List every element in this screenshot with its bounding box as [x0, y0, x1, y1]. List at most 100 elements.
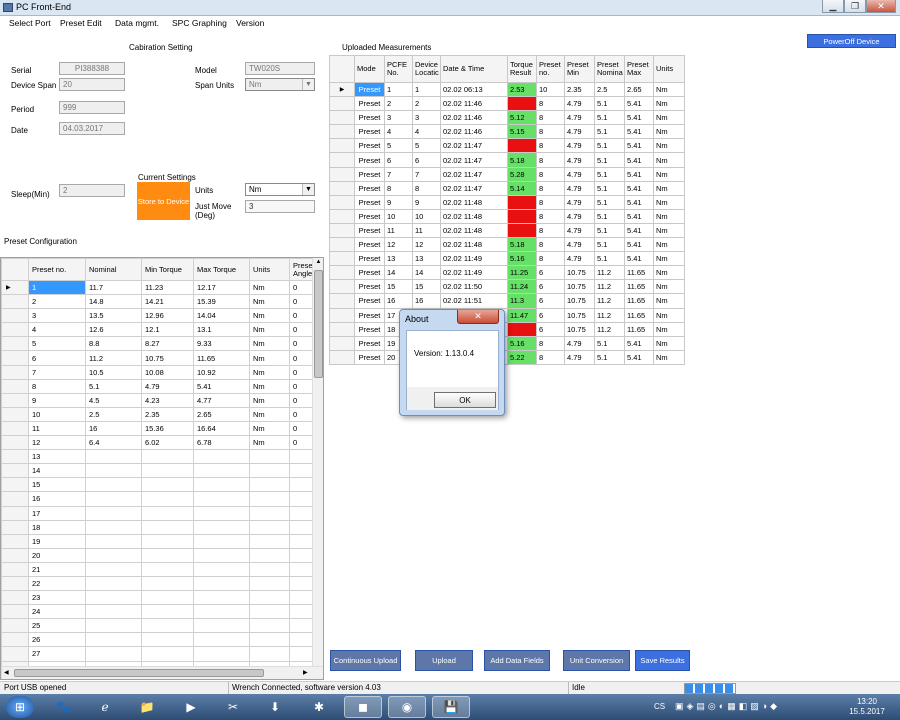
row-selector[interactable]: ▶: [1, 279, 29, 296]
preset-cell[interactable]: [141, 632, 194, 648]
preset-row[interactable]: 16: [1, 491, 314, 507]
preset-row[interactable]: 25: [1, 618, 314, 634]
preset-cell[interactable]: [289, 505, 314, 521]
measurement-cell[interactable]: 02.02 06:13: [440, 81, 508, 98]
taskbar-app-icon[interactable]: ⬇: [256, 696, 294, 718]
preset-vertical-scrollbar[interactable]: ▲: [312, 258, 323, 666]
measurement-row[interactable]: Preset 10 10 02.02 11:48 6.05 8 4.79 5.1 5.41 Nm: [329, 208, 685, 224]
measurement-row[interactable]: Preset 15 15 02.02 11:50 11.24 6 10.75 11.2 11.6…: [329, 279, 685, 295]
measurement-cell[interactable]: 02.02 11:47: [440, 152, 508, 168]
preset-row[interactable]: 22: [1, 575, 314, 592]
measurement-cell[interactable]: 11: [412, 222, 441, 239]
measurement-cell[interactable]: 02.02 11:47: [440, 138, 508, 154]
preset-cell[interactable]: [193, 449, 250, 465]
measurement-cell[interactable]: 12: [384, 237, 413, 253]
preset-cell[interactable]: 12.17: [193, 279, 250, 296]
preset-row[interactable]: 20: [1, 547, 314, 563]
measurement-cell[interactable]: 8: [536, 251, 565, 267]
measurement-cell[interactable]: 02.02 11:46: [440, 96, 508, 112]
measurement-cell[interactable]: 11.65: [624, 307, 654, 323]
row-selector[interactable]: [1, 435, 29, 451]
measurement-cell[interactable]: Nm: [653, 222, 685, 239]
taskbar-gimp-icon[interactable]: 🐾: [44, 696, 82, 718]
measurement-cell[interactable]: 4.79: [564, 124, 595, 140]
measurement-cell[interactable]: Preset: [354, 222, 385, 239]
store-to-device-button[interactable]: Store to Device: [137, 182, 190, 220]
measurement-cell[interactable]: 02.02 11:48: [440, 237, 508, 253]
measurement-cell[interactable]: 4.79: [564, 180, 595, 196]
measurement-cell[interactable]: 9: [384, 194, 413, 210]
row-selector[interactable]: [1, 646, 29, 662]
measurement-cell[interactable]: 10.75: [564, 293, 595, 309]
measurement-cell[interactable]: 1: [384, 81, 413, 98]
preset-cell[interactable]: 11.23: [141, 279, 194, 296]
preset-cell[interactable]: [193, 547, 250, 563]
measurement-cell[interactable]: 13: [384, 251, 413, 267]
preset-cell[interactable]: 0: [289, 336, 314, 352]
measurement-column-header[interactable]: Preset Min: [564, 55, 595, 83]
preset-row[interactable]: 26: [1, 632, 314, 648]
measurement-cell[interactable]: 5.41: [624, 194, 654, 210]
measurement-cell[interactable]: 8: [536, 335, 565, 351]
row-selector[interactable]: [329, 335, 355, 351]
measurement-cell[interactable]: 4.79: [564, 138, 595, 154]
measurement-cell[interactable]: Nm: [653, 237, 685, 253]
measurement-column-header[interactable]: Mode: [354, 55, 385, 83]
preset-cell[interactable]: 4.77: [193, 392, 250, 408]
taskbar-explorer-icon[interactable]: 📁: [128, 696, 166, 718]
measurement-cell[interactable]: 14: [384, 265, 413, 281]
scroll-left-icon[interactable]: ◀: [4, 669, 9, 676]
preset-cell[interactable]: 27: [28, 646, 86, 662]
measurement-cell[interactable]: Preset: [354, 335, 385, 351]
preset-cell[interactable]: [249, 491, 290, 507]
measurement-cell[interactable]: Preset: [354, 124, 385, 140]
measurement-cell[interactable]: 16: [412, 293, 441, 309]
measurement-row[interactable]: Preset 11 11 02.02 11:48 5.62 8 4.79 5.1 5.41 Nm: [329, 222, 685, 239]
measurement-cell[interactable]: 10.75: [564, 279, 595, 295]
measurement-cell[interactable]: Preset: [354, 321, 385, 337]
measurement-cell[interactable]: 8: [536, 222, 565, 239]
preset-cell[interactable]: 14.04: [193, 308, 250, 324]
measurement-cell[interactable]: 4.79: [564, 208, 595, 224]
measurement-cell[interactable]: 5.41: [624, 110, 654, 126]
scroll-thumb[interactable]: [314, 270, 323, 378]
measurement-cell[interactable]: 5.1: [594, 335, 625, 351]
preset-cell[interactable]: Nm: [249, 392, 290, 408]
preset-cell[interactable]: [141, 519, 194, 535]
language-indicator[interactable]: CS: [654, 702, 665, 711]
preset-cell[interactable]: Nm: [249, 279, 290, 296]
preset-cell[interactable]: [249, 561, 290, 577]
preset-cell[interactable]: [85, 533, 142, 549]
row-selector[interactable]: [1, 519, 29, 535]
preset-cell[interactable]: 11.65: [193, 350, 250, 366]
preset-horizontal-scrollbar[interactable]: ◀ ▶: [1, 666, 323, 679]
preset-cell[interactable]: [193, 491, 250, 507]
preset-cell[interactable]: [249, 575, 290, 592]
row-selector[interactable]: [329, 208, 355, 224]
preset-cell[interactable]: Nm: [249, 322, 290, 338]
measurement-cell[interactable]: 5.1: [594, 208, 625, 224]
measurement-cell[interactable]: 02.02 11:48: [440, 208, 508, 224]
preset-row[interactable]: 2 14.8 14.21 15.39 Nm 0: [1, 294, 314, 310]
poweroff-device-button[interactable]: PowerOff Device: [807, 34, 896, 48]
row-selector[interactable]: [329, 166, 355, 182]
preset-cell[interactable]: 8.27: [141, 336, 194, 352]
measurement-cell[interactable]: 5.1: [594, 110, 625, 126]
units-select[interactable]: Nm ▼: [245, 183, 315, 196]
preset-cell[interactable]: 11.2: [85, 350, 142, 366]
torque-result-cell[interactable]: 5.12: [507, 110, 537, 126]
preset-cell[interactable]: [85, 575, 142, 592]
measurement-cell[interactable]: Preset: [354, 96, 385, 112]
preset-cell[interactable]: 17: [28, 505, 86, 521]
measurement-cell[interactable]: 8: [384, 180, 413, 196]
row-selector[interactable]: [1, 618, 29, 634]
preset-cell[interactable]: 18: [28, 519, 86, 535]
measurement-cell[interactable]: 8: [536, 138, 565, 154]
preset-cell[interactable]: 0: [289, 378, 314, 394]
measurement-cell[interactable]: 5.41: [624, 237, 654, 253]
measurement-cell[interactable]: Nm: [653, 166, 685, 182]
start-button[interactable]: ⊞: [6, 696, 34, 718]
preset-cell[interactable]: [249, 547, 290, 563]
row-selector[interactable]: [329, 293, 355, 309]
measurement-cell[interactable]: Nm: [653, 208, 685, 224]
